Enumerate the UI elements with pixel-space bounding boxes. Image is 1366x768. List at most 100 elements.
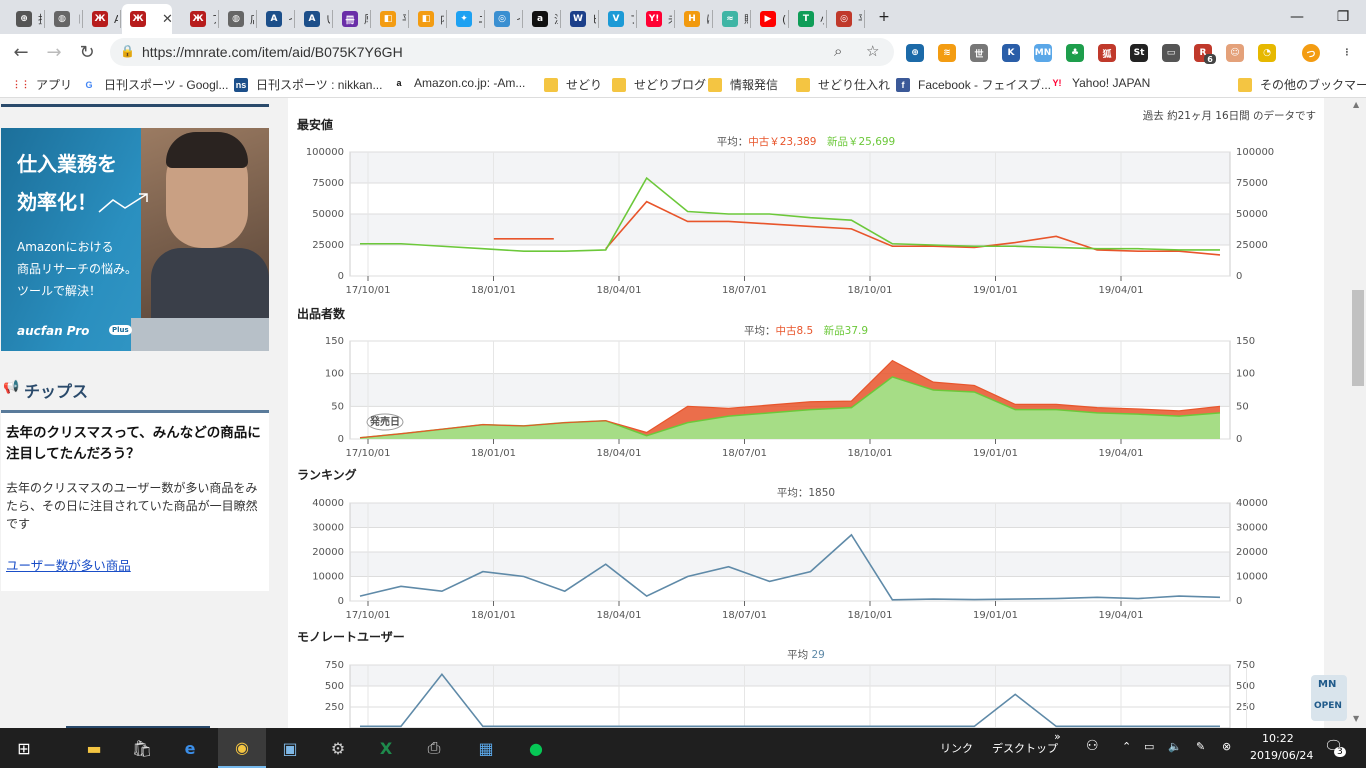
tab-title: 厚 [364, 11, 368, 27]
clock-time[interactable]: 10:22 [1262, 732, 1294, 745]
ns-icon: ns [234, 77, 248, 92]
bookmark-9[interactable]: Y! Yahoo! JAPAN [1050, 76, 1150, 90]
tab-title: ニ [478, 11, 482, 27]
x-tick-label: 18/07/01 [722, 285, 767, 296]
store-icon[interactable]: 🛍 [118, 728, 166, 768]
aucfan-ad-banner[interactable]: 仕入業務を 効率化！ Amazonにおける 商品リサーチの悩み。 ツールで解決！… [1, 128, 269, 351]
ext-rss-icon[interactable]: ≋ [938, 44, 956, 62]
tab-close-icon[interactable]: ✕ [162, 12, 173, 27]
menu-icon[interactable]: ⋮ [1338, 44, 1356, 62]
printer-icon[interactable]: ⎙ [410, 728, 458, 768]
bookmark-6[interactable]: 情報発信 [708, 76, 778, 93]
monorate-open-button[interactable]: MN OPEN [1311, 675, 1347, 721]
bookmark-7[interactable]: せどり仕入れ [796, 76, 890, 93]
tab-separator [826, 10, 827, 28]
browser-tab-9[interactable]: ◧平 [372, 4, 406, 34]
bookmark-label: 日刊スポーツ : nikkan... [256, 78, 383, 92]
people-icon[interactable]: ⚇ [1086, 738, 1099, 754]
browser-tab-1[interactable]: ◍ト [46, 4, 80, 34]
browser-tab-14[interactable]: Wビ [562, 4, 596, 34]
reload-button[interactable]: ↻ [75, 40, 99, 64]
browser-tab-21[interactable]: ◎平 [828, 4, 862, 34]
file-explorer-icon[interactable]: ▬ [70, 728, 118, 768]
chrome-taskbar-icon[interactable]: ◉ [218, 728, 266, 768]
browser-tab-16[interactable]: Y! 未 [638, 4, 672, 34]
y-tick-label-right: 250 [1236, 702, 1255, 713]
zoom-icon[interactable]: ⌕ [834, 42, 842, 60]
tip-link[interactable]: ユーザー数が多い商品 [6, 555, 131, 574]
bookmark-star-icon[interactable]: ☆ [866, 42, 879, 60]
bookmark-10[interactable]: その他のブックマーク [1238, 76, 1366, 93]
twitter-icon: ✦ [456, 11, 472, 27]
pen-icon[interactable]: ✎ [1196, 740, 1205, 753]
bookmark-5[interactable]: せどりブログ [612, 76, 706, 93]
browser-tab-4[interactable]: Жア [182, 4, 216, 34]
ext-fox-icon[interactable]: 狐 [1098, 44, 1116, 62]
photos-icon[interactable]: ▣ [266, 728, 314, 768]
browser-tab-20[interactable]: T小 [790, 4, 824, 34]
browser-tab-10[interactable]: ◧内 [410, 4, 444, 34]
browser-tab-11[interactable]: ✦ニ [448, 4, 482, 34]
clock-date[interactable]: 2019/06/24 [1250, 749, 1313, 762]
battery-icon[interactable]: ▭ [1144, 740, 1154, 753]
maximize-button[interactable]: ❐ [1320, 0, 1366, 34]
ext-kanji-icon[interactable]: 世 [970, 44, 988, 62]
steam-icon[interactable]: ⚙ [314, 728, 362, 768]
bookmark-1[interactable]: G 日刊スポーツ - Googl... [82, 76, 228, 93]
y-tick-label-left: 0 [338, 271, 344, 282]
browser-tab-12[interactable]: ◎イ [486, 4, 520, 34]
scroll-thumb[interactable] [1352, 290, 1364, 386]
tab-separator [218, 10, 219, 28]
ext-mn-icon[interactable]: MN [1034, 44, 1052, 62]
browser-tab-19[interactable]: ▶ (1 [752, 4, 786, 34]
edge-icon[interactable]: e [166, 728, 214, 768]
bookmark-3[interactable]: a Amazon.co.jp: -Am... [392, 76, 525, 90]
browser-tab-8[interactable]: 冊厚 [334, 4, 368, 34]
tab-title: 小 [820, 11, 824, 27]
ext-st-icon[interactable]: St [1130, 44, 1148, 62]
minimize-button[interactable]: — [1274, 0, 1320, 34]
back-button[interactable]: ← [9, 40, 33, 64]
new-tab-button[interactable]: + [870, 0, 898, 34]
browser-tab-17[interactable]: Hは [676, 4, 710, 34]
browser-tab-5[interactable]: ◍店 [220, 4, 254, 34]
address-bar[interactable]: 🔒 https://mnrate.com/item/aid/B075K7Y6GH… [110, 38, 894, 66]
browser-tab-7[interactable]: Aい [296, 4, 330, 34]
volume-icon[interactable]: 🔈 [1168, 740, 1182, 753]
browser-tab-3[interactable]: Ж ✕ [122, 4, 173, 34]
browser-tab-0[interactable]: ⊕投 [8, 4, 42, 34]
forward-button[interactable]: → [42, 40, 66, 64]
ext-face-icon[interactable]: ☺ [1226, 44, 1244, 62]
windows-start-icon[interactable]: ⊞ [0, 728, 48, 768]
browser-tab-2[interactable]: Ж AF [84, 4, 118, 34]
ext-chat-icon[interactable]: ▭ [1162, 44, 1180, 62]
bookmark-4[interactable]: せどり [544, 76, 602, 93]
browser-tab-15[interactable]: Vブ [600, 4, 634, 34]
y-tick-label-left: 0 [338, 434, 344, 445]
profile-icon[interactable]: つ [1302, 44, 1320, 62]
browser-tab-18[interactable]: ≈販 [714, 4, 748, 34]
tray-chevron-icon[interactable]: ⌃ [1122, 740, 1131, 753]
links-toolbar[interactable]: リンク [940, 740, 973, 756]
app-icon[interactable]: ▦ [462, 728, 510, 768]
scroll-down-icon[interactable]: ▼ [1353, 714, 1359, 723]
tips-title: チップス [24, 382, 89, 401]
toolbar-expand-icon[interactable]: » [1054, 730, 1061, 743]
bookmark-2[interactable]: ns 日刊スポーツ : nikkan... [234, 76, 382, 93]
scroll-up-icon[interactable]: ▲ [1353, 100, 1359, 109]
bookmark-8[interactable]: f Facebook - フェイスブ... [896, 76, 1051, 93]
browser-tab-6[interactable]: Aイ [258, 4, 292, 34]
page-scrollbar[interactable]: ▲ ▼ [1350, 98, 1366, 728]
ext-clover-icon[interactable]: ♣ [1066, 44, 1084, 62]
excel-icon[interactable]: X [362, 728, 410, 768]
ext-keepa-icon[interactable]: K [1002, 44, 1020, 62]
url-text[interactable]: https://mnrate.com/item/aid/B075K7Y6GH [142, 44, 403, 60]
desktop-toolbar[interactable]: デスクトップ [992, 740, 1058, 756]
bookmark-0[interactable]: ⋮⋮ アプリ [12, 76, 72, 93]
ext-pie-icon[interactable]: ◔ [1258, 44, 1276, 62]
browser-tab-13[interactable]: a注 [524, 4, 558, 34]
tab-title: ブ [630, 11, 634, 27]
ext-game-icon[interactable]: ⊕ [906, 44, 924, 62]
network-off-icon[interactable]: ⊗ [1222, 740, 1231, 753]
line-icon[interactable]: ● [512, 728, 560, 768]
